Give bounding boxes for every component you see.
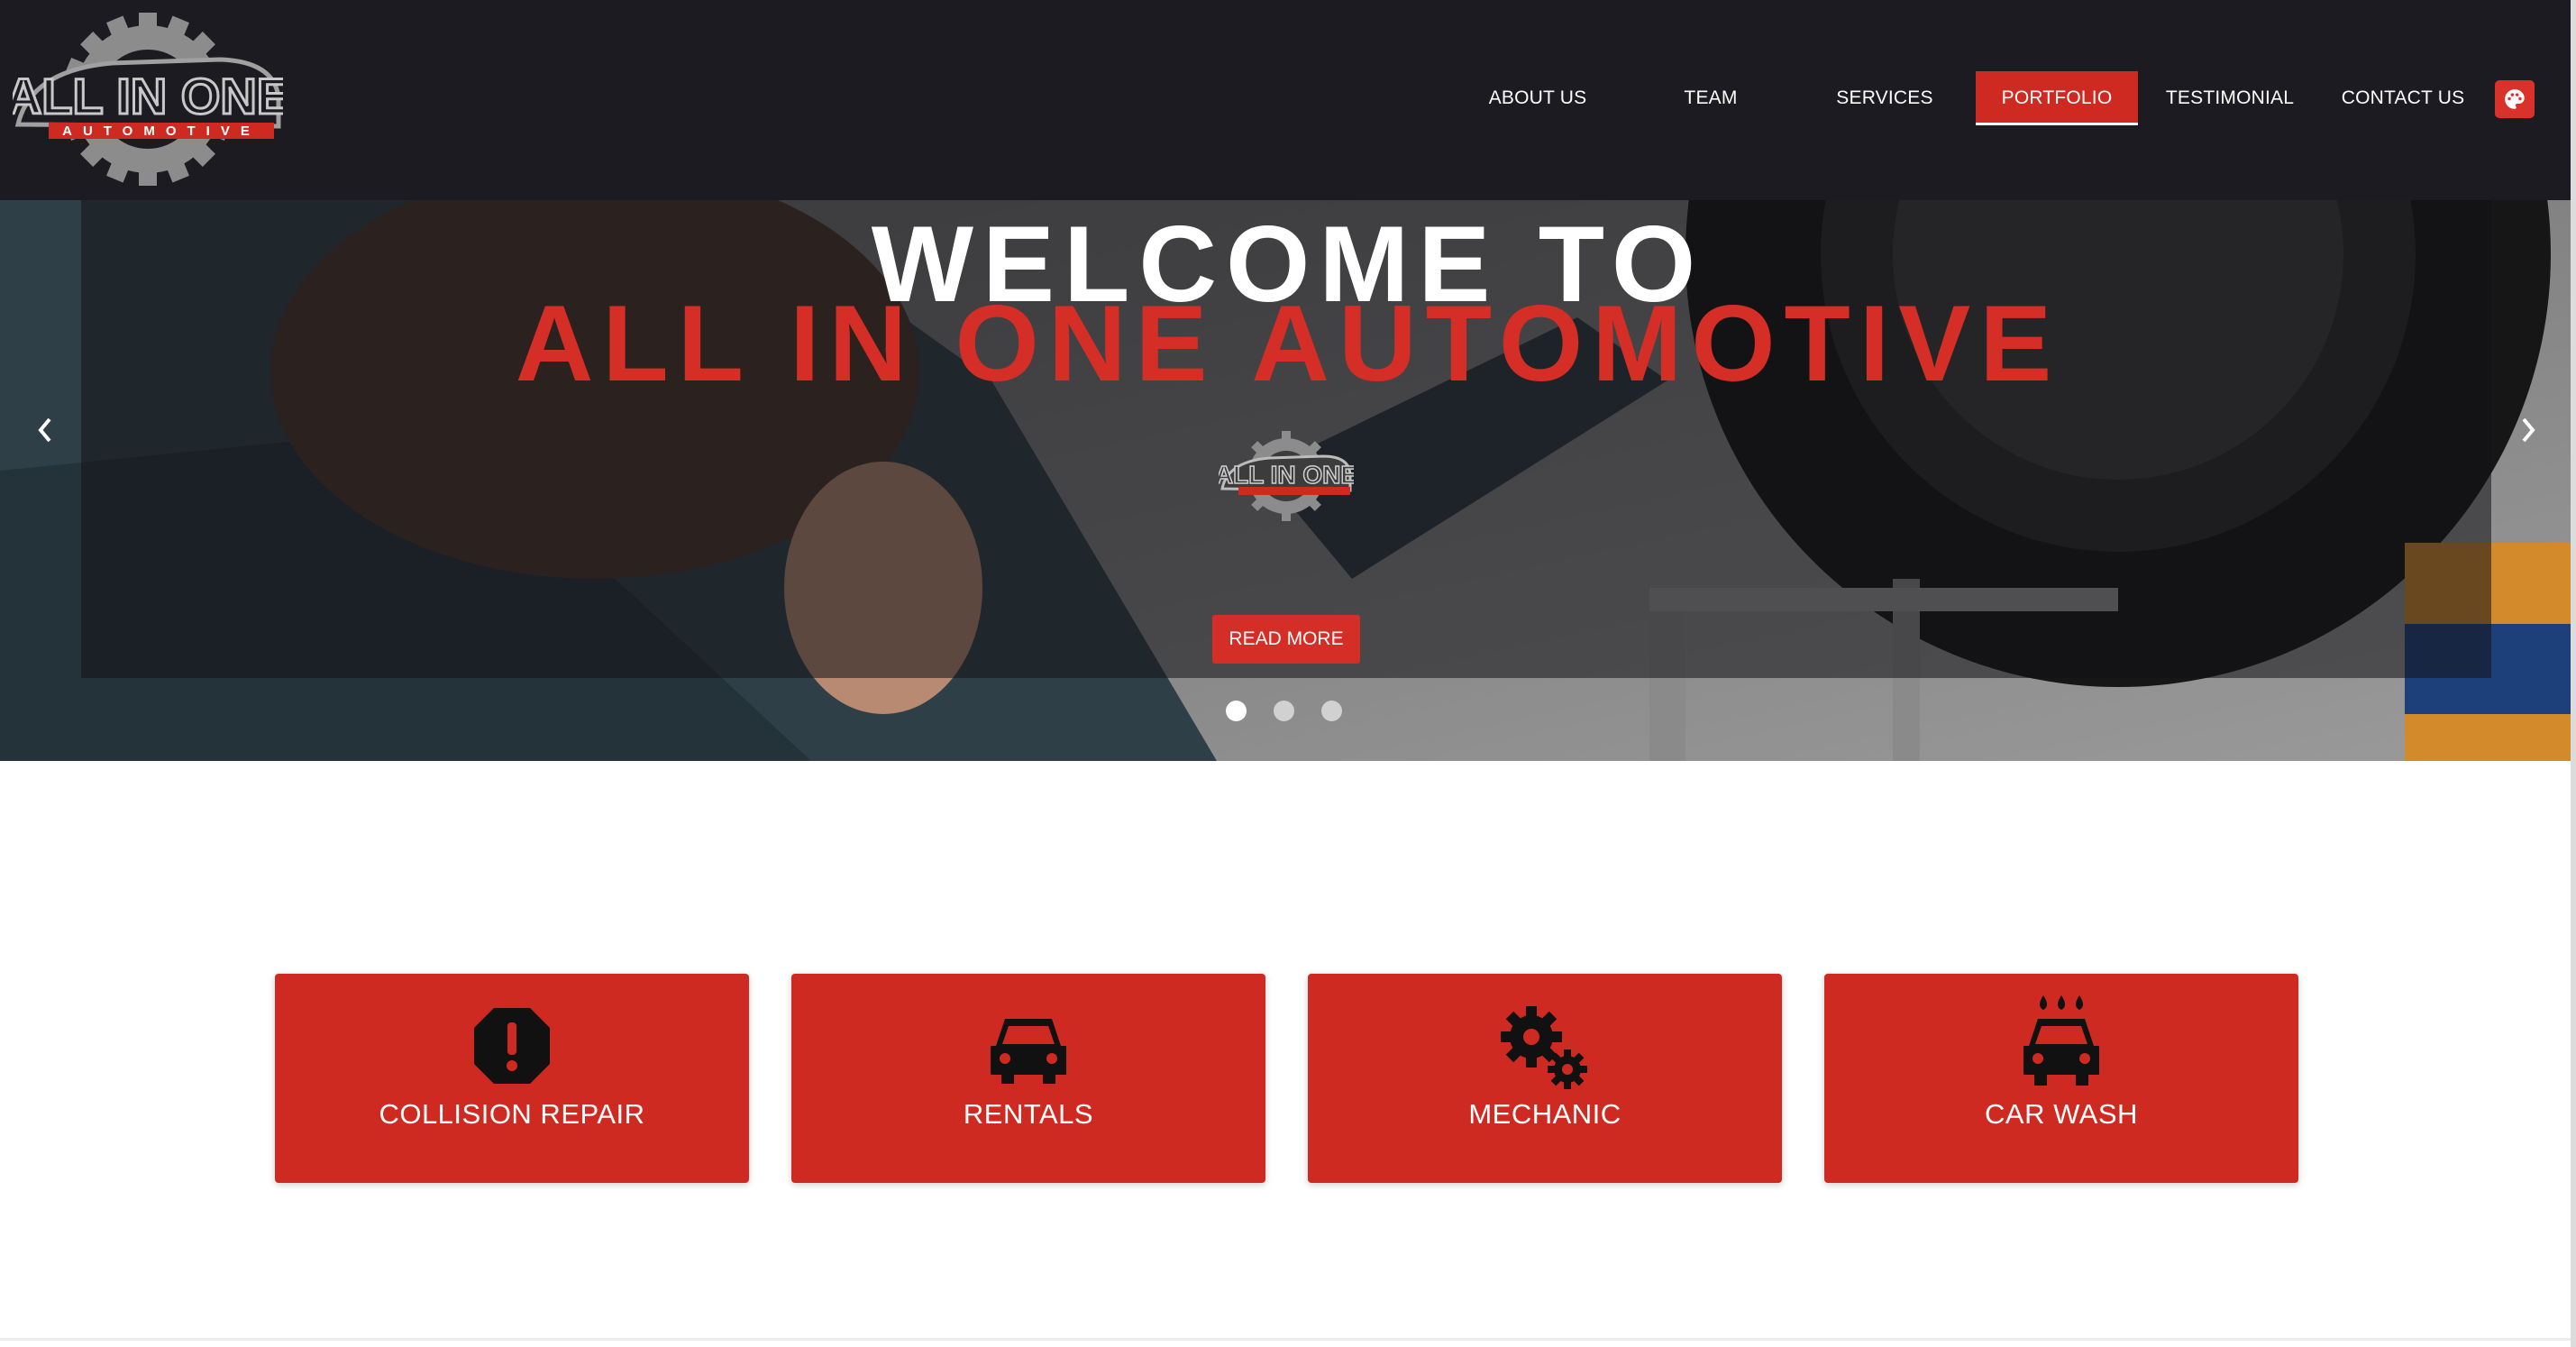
read-more-button[interactable]: READ MORE [1212,615,1360,664]
nav-team[interactable]: TEAM [1640,71,1781,125]
scrollbar-track[interactable] [2571,0,2576,1347]
service-label: COLLISION REPAIR [379,1098,645,1130]
service-card-collision-repair[interactable]: COLLISION REPAIR [275,974,749,1183]
service-label: MECHANIC [1468,1098,1621,1130]
chevron-left-icon [38,417,51,443]
alert-octagon-icon [474,1008,550,1084]
section-divider [0,1338,2576,1341]
nav-about-us[interactable]: ABOUT US [1467,71,1608,125]
service-card-rentals[interactable]: RENTALS [791,974,1265,1183]
nav-portfolio[interactable]: PORTFOLIO [1976,71,2138,125]
service-label: RENTALS [963,1098,1094,1130]
slider-dot-2[interactable] [1274,701,1294,721]
slider-dots [1226,701,1361,722]
site-header: ALL IN ONE AUTOMOTIVE ABOUT US TEAM SERV… [0,0,2576,200]
car-wash-icon [2023,995,2099,1086]
slider-next-button[interactable] [2506,394,2551,466]
car-icon [991,1019,1066,1084]
hero-logo-main-text: ALL IN ONE [1219,461,1354,489]
slider-prev-button[interactable] [23,394,68,466]
slider-dot-1[interactable] [1226,701,1247,721]
theme-palette-button[interactable] [2495,80,2535,118]
hero-logo: ALL IN ONE [1219,431,1354,521]
nav-contact-us[interactable]: CONTACT US [2333,71,2473,125]
main-nav: ABOUT US TEAM SERVICES PORTFOLIO TESTIMO… [0,71,2576,125]
chevron-right-icon [2522,417,2535,443]
service-label: CAR WASH [1985,1098,2138,1130]
service-card-car-wash[interactable]: CAR WASH [1824,974,2298,1183]
logo-sub-text: AUTOMOTIVE [62,124,260,139]
hero-slider: WELCOME TO ALL IN ONE AUTOMOTIVE ALL IN … [0,200,2576,761]
slider-dot-3[interactable] [1321,701,1342,721]
hero-title-brand: ALL IN ONE AUTOMOTIVE [515,283,2061,404]
nav-testimonial[interactable]: TESTIMONIAL [2160,71,2300,125]
service-card-mechanic[interactable]: MECHANIC [1308,974,1782,1183]
palette-icon [2505,89,2525,109]
nav-services[interactable]: SERVICES [1814,71,1955,125]
gears-icon [1501,1006,1587,1089]
